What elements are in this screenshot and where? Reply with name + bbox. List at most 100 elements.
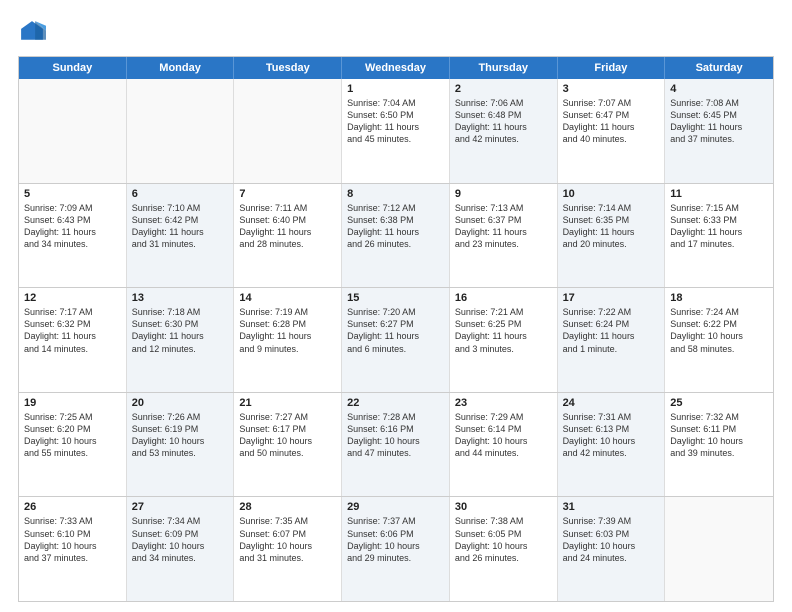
day-info: Sunrise: 7:38 AM Sunset: 6:05 PM Dayligh…: [455, 515, 552, 564]
day-info: Sunrise: 7:39 AM Sunset: 6:03 PM Dayligh…: [563, 515, 660, 564]
calendar-cell: 18 Sunrise: 7:24 AM Sunset: 6:22 PM Dayli…: [665, 288, 773, 392]
calendar-header-cell: Sunday: [19, 57, 127, 79]
day-number: 15: [347, 292, 444, 304]
day-info: Sunrise: 7:32 AM Sunset: 6:11 PM Dayligh…: [670, 411, 768, 460]
calendar-cell: 26 Sunrise: 7:33 AM Sunset: 6:10 PM Dayli…: [19, 497, 127, 601]
day-info: Sunrise: 7:14 AM Sunset: 6:35 PM Dayligh…: [563, 202, 660, 251]
day-info: Sunrise: 7:29 AM Sunset: 6:14 PM Dayligh…: [455, 411, 552, 460]
day-number: 12: [24, 292, 121, 304]
day-info: Sunrise: 7:15 AM Sunset: 6:33 PM Dayligh…: [670, 202, 768, 251]
calendar-cell: 12 Sunrise: 7:17 AM Sunset: 6:32 PM Dayli…: [19, 288, 127, 392]
calendar-body: 1 Sunrise: 7:04 AM Sunset: 6:50 PM Daylig…: [19, 79, 773, 601]
calendar-cell: [234, 79, 342, 183]
day-info: Sunrise: 7:28 AM Sunset: 6:16 PM Dayligh…: [347, 411, 444, 460]
calendar-cell: 23 Sunrise: 7:29 AM Sunset: 6:14 PM Dayli…: [450, 393, 558, 497]
calendar-cell: 30 Sunrise: 7:38 AM Sunset: 6:05 PM Dayli…: [450, 497, 558, 601]
day-number: 13: [132, 292, 229, 304]
calendar-cell: [665, 497, 773, 601]
day-number: 14: [239, 292, 336, 304]
calendar-row: 19Sunrise: 7:25 AM Sunset: 6:20 PM Dayli…: [19, 392, 773, 497]
day-number: 9: [455, 188, 552, 200]
calendar-cell: 16 Sunrise: 7:21 AM Sunset: 6:25 PM Dayli…: [450, 288, 558, 392]
calendar-cell: 2 Sunrise: 7:06 AM Sunset: 6:48 PM Daylig…: [450, 79, 558, 183]
calendar-cell: [127, 79, 235, 183]
day-info: Sunrise: 7:27 AM Sunset: 6:17 PM Dayligh…: [239, 411, 336, 460]
calendar-cell: 10 Sunrise: 7:14 AM Sunset: 6:35 PM Dayli…: [558, 184, 666, 288]
day-info: Sunrise: 7:31 AM Sunset: 6:13 PM Dayligh…: [563, 411, 660, 460]
day-number: 28: [239, 501, 336, 513]
day-info: Sunrise: 7:17 AM Sunset: 6:32 PM Dayligh…: [24, 306, 121, 355]
day-number: 1: [347, 83, 444, 95]
day-info: Sunrise: 7:04 AM Sunset: 6:50 PM Dayligh…: [347, 97, 444, 146]
calendar-row: 12 Sunrise: 7:17 AM Sunset: 6:32 PM Dayli…: [19, 287, 773, 392]
calendar-cell: 15Sunrise: 7:20 AM Sunset: 6:27 PM Dayli…: [342, 288, 450, 392]
day-info: Sunrise: 7:11 AM Sunset: 6:40 PM Dayligh…: [239, 202, 336, 251]
day-number: 17: [563, 292, 660, 304]
day-info: Sunrise: 7:19 AM Sunset: 6:28 PM Dayligh…: [239, 306, 336, 355]
day-number: 11: [670, 188, 768, 200]
logo-icon: [18, 18, 46, 46]
day-number: 4: [670, 83, 768, 95]
calendar-cell: 9 Sunrise: 7:13 AM Sunset: 6:37 PM Daylig…: [450, 184, 558, 288]
day-number: 10: [563, 188, 660, 200]
day-info: Sunrise: 7:18 AM Sunset: 6:30 PM Dayligh…: [132, 306, 229, 355]
calendar-cell: 5Sunrise: 7:09 AM Sunset: 6:43 PM Daylig…: [19, 184, 127, 288]
day-number: 30: [455, 501, 552, 513]
calendar-cell: 20 Sunrise: 7:26 AM Sunset: 6:19 PM Dayli…: [127, 393, 235, 497]
day-info: Sunrise: 7:22 AM Sunset: 6:24 PM Dayligh…: [563, 306, 660, 355]
day-info: Sunrise: 7:13 AM Sunset: 6:37 PM Dayligh…: [455, 202, 552, 251]
day-info: Sunrise: 7:37 AM Sunset: 6:06 PM Dayligh…: [347, 515, 444, 564]
calendar-cell: 24 Sunrise: 7:31 AM Sunset: 6:13 PM Dayli…: [558, 393, 666, 497]
day-number: 2: [455, 83, 552, 95]
calendar-cell: 7 Sunrise: 7:11 AM Sunset: 6:40 PM Daylig…: [234, 184, 342, 288]
day-info: Sunrise: 7:26 AM Sunset: 6:19 PM Dayligh…: [132, 411, 229, 460]
day-number: 20: [132, 397, 229, 409]
calendar-cell: 21 Sunrise: 7:27 AM Sunset: 6:17 PM Dayli…: [234, 393, 342, 497]
day-number: 8: [347, 188, 444, 200]
day-number: 22: [347, 397, 444, 409]
page: SundayMondayTuesdayWednesdayThursdayFrid…: [0, 0, 792, 612]
header: [18, 18, 774, 46]
day-number: 16: [455, 292, 552, 304]
calendar-header-cell: Friday: [558, 57, 666, 79]
calendar-header-cell: Saturday: [665, 57, 773, 79]
calendar-header-cell: Monday: [127, 57, 235, 79]
day-info: Sunrise: 7:12 AM Sunset: 6:38 PM Dayligh…: [347, 202, 444, 251]
calendar-cell: [19, 79, 127, 183]
calendar-row: 5Sunrise: 7:09 AM Sunset: 6:43 PM Daylig…: [19, 183, 773, 288]
day-number: 21: [239, 397, 336, 409]
day-number: 3: [563, 83, 660, 95]
day-info: Sunrise: 7:08 AM Sunset: 6:45 PM Dayligh…: [670, 97, 768, 146]
day-number: 5: [24, 188, 121, 200]
calendar-cell: 3 Sunrise: 7:07 AM Sunset: 6:47 PM Daylig…: [558, 79, 666, 183]
calendar-row: 26 Sunrise: 7:33 AM Sunset: 6:10 PM Dayli…: [19, 496, 773, 601]
day-info: Sunrise: 7:06 AM Sunset: 6:48 PM Dayligh…: [455, 97, 552, 146]
calendar-header-row: SundayMondayTuesdayWednesdayThursdayFrid…: [19, 57, 773, 79]
calendar: SundayMondayTuesdayWednesdayThursdayFrid…: [18, 56, 774, 602]
day-number: 23: [455, 397, 552, 409]
calendar-header-cell: Thursday: [450, 57, 558, 79]
day-number: 7: [239, 188, 336, 200]
day-info: Sunrise: 7:24 AM Sunset: 6:22 PM Dayligh…: [670, 306, 768, 355]
day-number: 29: [347, 501, 444, 513]
day-number: 31: [563, 501, 660, 513]
calendar-cell: 19Sunrise: 7:25 AM Sunset: 6:20 PM Dayli…: [19, 393, 127, 497]
calendar-cell: 25Sunrise: 7:32 AM Sunset: 6:11 PM Dayli…: [665, 393, 773, 497]
day-number: 18: [670, 292, 768, 304]
calendar-cell: 4 Sunrise: 7:08 AM Sunset: 6:45 PM Daylig…: [665, 79, 773, 183]
calendar-cell: 22 Sunrise: 7:28 AM Sunset: 6:16 PM Dayli…: [342, 393, 450, 497]
day-number: 26: [24, 501, 121, 513]
day-info: Sunrise: 7:33 AM Sunset: 6:10 PM Dayligh…: [24, 515, 121, 564]
calendar-header-cell: Wednesday: [342, 57, 450, 79]
calendar-cell: 13 Sunrise: 7:18 AM Sunset: 6:30 PM Dayli…: [127, 288, 235, 392]
day-info: Sunrise: 7:25 AM Sunset: 6:20 PM Dayligh…: [24, 411, 121, 460]
calendar-cell: 27Sunrise: 7:34 AM Sunset: 6:09 PM Dayli…: [127, 497, 235, 601]
day-number: 27: [132, 501, 229, 513]
calendar-cell: 29 Sunrise: 7:37 AM Sunset: 6:06 PM Dayli…: [342, 497, 450, 601]
calendar-cell: 14 Sunrise: 7:19 AM Sunset: 6:28 PM Dayli…: [234, 288, 342, 392]
logo: [18, 18, 50, 46]
day-number: 24: [563, 397, 660, 409]
calendar-cell: 1 Sunrise: 7:04 AM Sunset: 6:50 PM Daylig…: [342, 79, 450, 183]
day-info: Sunrise: 7:07 AM Sunset: 6:47 PM Dayligh…: [563, 97, 660, 146]
day-info: Sunrise: 7:21 AM Sunset: 6:25 PM Dayligh…: [455, 306, 552, 355]
